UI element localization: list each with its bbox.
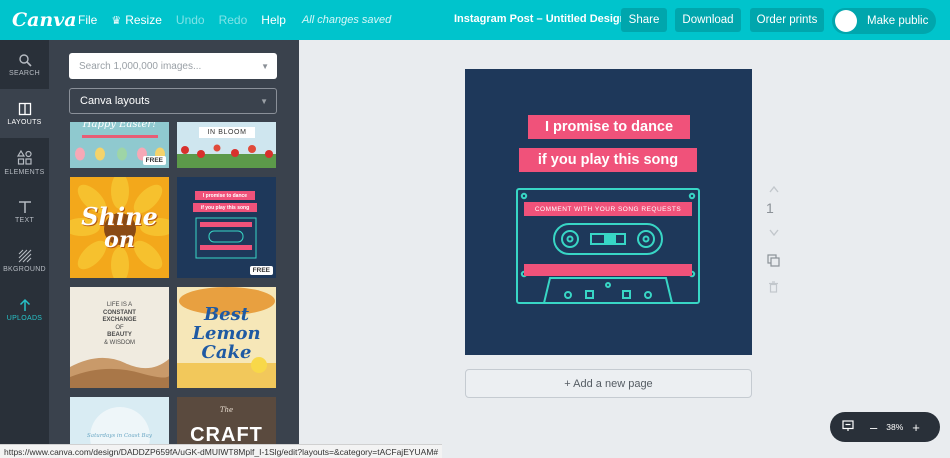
- rail-label-uploads: UPLOADS: [6, 314, 43, 322]
- rail-item-background[interactable]: BKGROUND: [0, 236, 49, 285]
- cassette-thumb-illustration: [195, 217, 257, 259]
- rail-item-elements[interactable]: ELEMENTS: [0, 138, 49, 187]
- zoom-control: – 38% +: [830, 412, 940, 442]
- thumb-craft-line-2: CRAFT: [190, 424, 263, 444]
- move-up-icon[interactable]: [769, 184, 779, 196]
- make-public-label: Make public: [867, 15, 929, 27]
- zoom-level[interactable]: 38%: [886, 422, 903, 432]
- layout-thumb-shine-on[interactable]: Shine on: [70, 177, 169, 278]
- upload-icon: [19, 298, 30, 311]
- rail-item-uploads[interactable]: UPLOADS: [0, 285, 49, 334]
- chevron-down-icon[interactable]: ▼: [261, 62, 269, 71]
- thumb-bloom-title: IN BLOOM: [199, 127, 255, 138]
- order-prints-button[interactable]: Order prints: [750, 8, 824, 32]
- text-icon: [18, 200, 31, 213]
- design-text-line-2[interactable]: if you play this song: [519, 148, 697, 172]
- rail-label-background: BKGROUND: [3, 265, 46, 273]
- thumb-craft-line-1: The: [219, 406, 234, 414]
- layout-thumb-saturday[interactable]: Saturdays in Coast Bay: [70, 397, 169, 444]
- rail-label-text: TEXT: [14, 216, 35, 224]
- top-bar: Canva File ♛ Resize Undo Redo Help All c…: [0, 0, 950, 40]
- layout-thumb-life[interactable]: LIFE IS A CONSTANT EXCHANGE OF BEAUTY & …: [70, 287, 169, 388]
- download-button[interactable]: Download: [675, 8, 741, 32]
- make-public-toggle[interactable]: Make public: [832, 8, 936, 34]
- add-page-button[interactable]: + Add a new page: [465, 369, 752, 398]
- toggle-knob: [835, 10, 857, 32]
- rail-item-text[interactable]: TEXT: [0, 187, 49, 236]
- rail-item-layouts[interactable]: LAYOUTS: [0, 89, 49, 138]
- layout-thumb-lemon-cake[interactable]: Best Lemon Cake: [177, 287, 276, 388]
- layout-thumb-promise[interactable]: I promise to dance if you play this song…: [177, 177, 276, 278]
- thumb-shine-title-2: on: [104, 227, 135, 253]
- help-menu[interactable]: Help: [261, 13, 286, 27]
- free-badge: FREE: [249, 266, 273, 275]
- zoom-out-button[interactable]: –: [870, 420, 877, 435]
- thumb-life-line-5: BEAUTY: [107, 332, 132, 338]
- thumb-lemon-line-2: Lemon: [192, 323, 261, 344]
- thumb-promise-line-1: I promise to dance: [195, 191, 255, 200]
- select-value: Canva layouts: [80, 95, 150, 107]
- chevron-down-icon: ▼: [260, 97, 268, 106]
- crown-icon: ♛: [111, 14, 122, 27]
- thumb-life-line-3: EXCHANGE: [102, 317, 137, 323]
- image-search-input[interactable]: Search 1,000,000 images... ▼: [69, 53, 277, 79]
- layout-category-select[interactable]: Canva layouts ▼: [69, 88, 277, 114]
- zoom-in-button[interactable]: +: [912, 420, 920, 435]
- move-down-icon[interactable]: [769, 228, 779, 240]
- thumb-life-text: LIFE IS A CONSTANT EXCHANGE OF BEAUTY & …: [70, 302, 169, 347]
- layout-thumb-in-bloom[interactable]: IN BLOOM: [177, 122, 276, 168]
- thumb-life-line-4: OF: [115, 324, 124, 331]
- thumb-lemon-text: Best Lemon Cake: [177, 305, 276, 362]
- cassette-label-text[interactable]: COMMENT WITH YOUR SONG REQUESTS: [524, 202, 692, 216]
- dunes-illustration: [70, 357, 169, 388]
- search-placeholder: Search 1,000,000 images...: [79, 60, 202, 72]
- rail-label-elements: ELEMENTS: [4, 168, 45, 176]
- save-status: All changes saved: [301, 14, 392, 26]
- page-number: 1: [766, 200, 774, 216]
- rail-label-search: SEARCH: [9, 69, 40, 77]
- flowers-illustration: [177, 144, 276, 168]
- layouts-icon: [18, 102, 31, 115]
- document-title[interactable]: Instagram Post – Untitled Design: [454, 13, 626, 25]
- delete-page-icon[interactable]: [768, 281, 779, 296]
- canva-logo[interactable]: Canva: [12, 9, 77, 31]
- layouts-panel: Search 1,000,000 images... ▼ Canva layou…: [49, 40, 299, 444]
- tool-rail: SEARCH LAYOUTS ELEMENTS TEXT BKGROUND UP…: [0, 40, 49, 444]
- resize-menu[interactable]: ♛ Resize: [111, 13, 162, 27]
- duplicate-page-icon[interactable]: [767, 254, 780, 270]
- thumb-promise-line-2: if you play this song: [193, 203, 257, 212]
- redo-button[interactable]: Redo: [219, 13, 248, 27]
- file-menu[interactable]: File: [78, 13, 97, 27]
- free-badge: FREE: [142, 156, 166, 165]
- thumb-lemon-line-1: Best: [203, 304, 250, 325]
- browser-status-url: https://www.canva.com/design/DADDZP659fA…: [0, 444, 443, 458]
- thumb-life-line-6: & WISDOM: [104, 339, 135, 346]
- share-button[interactable]: Share: [621, 8, 667, 32]
- rail-label-layouts: LAYOUTS: [7, 118, 42, 126]
- resize-label: Resize: [125, 13, 162, 27]
- search-icon: [18, 53, 32, 67]
- thumb-shine-title-1: Shine: [81, 202, 158, 231]
- thumb-ribbon: [82, 135, 158, 138]
- thumb-life-line-1: LIFE IS A: [106, 302, 133, 308]
- design-text-line-1[interactable]: I promise to dance: [528, 115, 690, 139]
- design-canvas[interactable]: I promise to dance if you play this song…: [465, 69, 752, 355]
- layout-thumb-easter[interactable]: Happy Easter! FREE: [70, 122, 169, 168]
- thumb-lemon-line-3: Cake: [201, 342, 252, 363]
- undo-button[interactable]: Undo: [176, 13, 205, 27]
- rail-item-search[interactable]: SEARCH: [0, 40, 49, 89]
- background-icon: [18, 249, 31, 262]
- thumb-life-line-2: CONSTANT: [103, 309, 136, 316]
- layout-thumb-craft[interactable]: The CRAFT: [177, 397, 276, 444]
- thumb-easter-title: Happy Easter!: [82, 122, 157, 130]
- present-icon[interactable]: [842, 419, 854, 435]
- elements-icon: [16, 149, 32, 165]
- thumb-saturday-text: Saturdays in Coast Bay: [87, 433, 152, 439]
